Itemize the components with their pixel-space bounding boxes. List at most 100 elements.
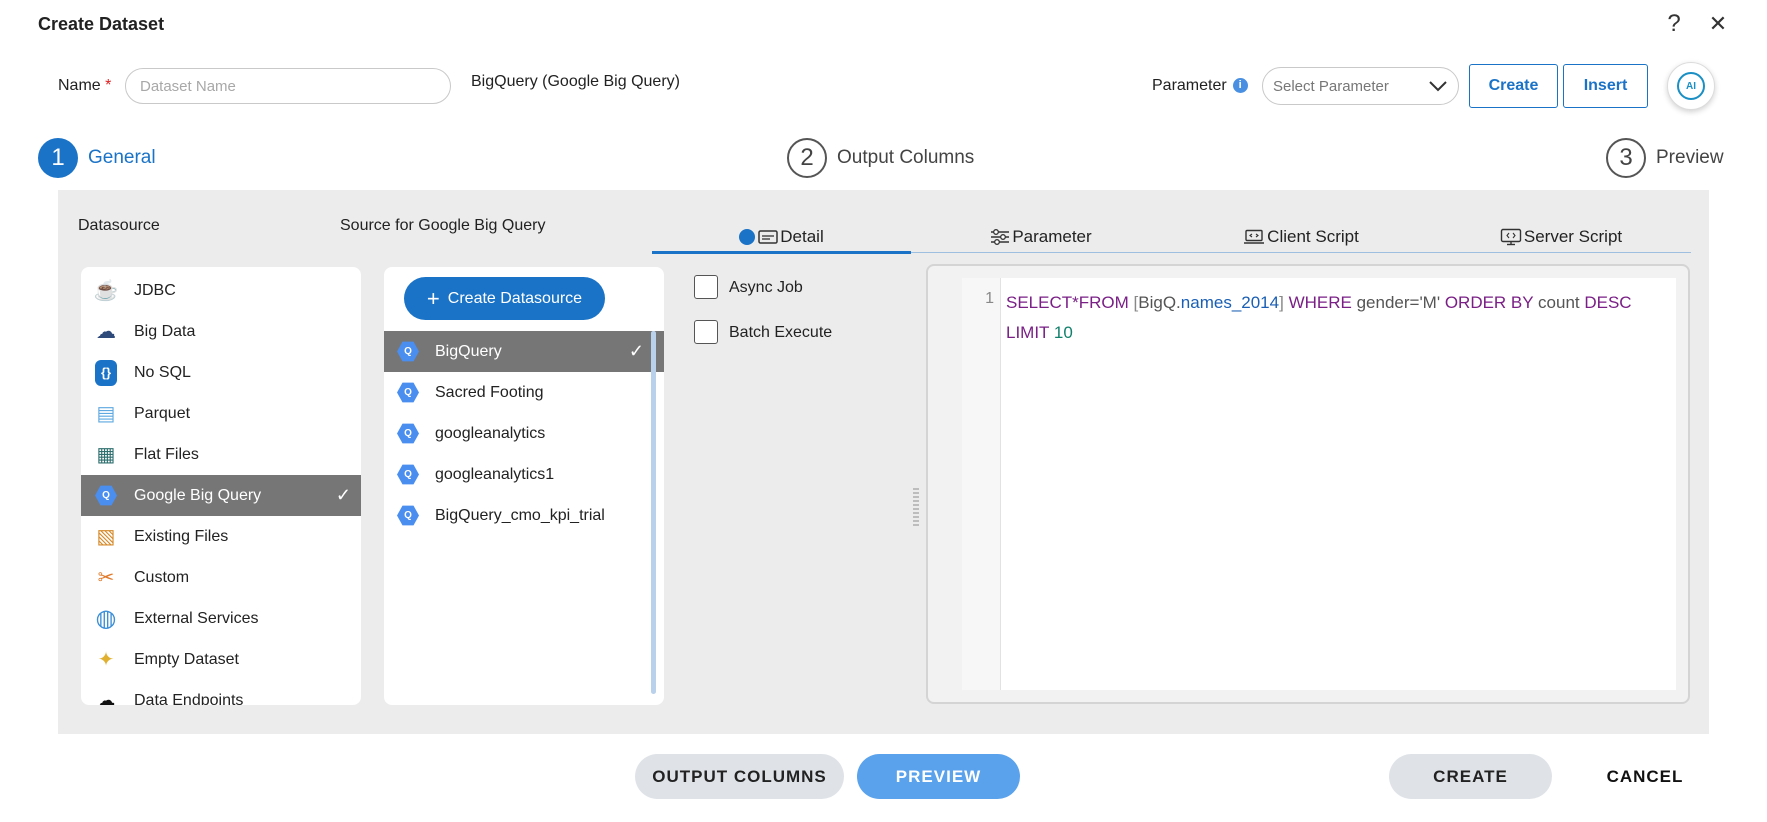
tab-client-script-label: Client Script — [1267, 227, 1359, 246]
create-datasource-button[interactable]: + Create Datasource — [404, 277, 605, 320]
flat-files-icon: ▦ — [96, 444, 116, 466]
source-heading: Source for Google Big Query — [340, 217, 546, 234]
datasource-item-data-endpoints[interactable]: ☁ Data Endpoints — [81, 680, 361, 705]
code-token: 10 — [1053, 323, 1073, 342]
close-icon[interactable]: ✕ — [1702, 8, 1734, 40]
monitor-code-icon — [1500, 228, 1522, 246]
datasource-item-label: Data Endpoints — [134, 691, 244, 706]
code-token: WHERE — [1283, 293, 1357, 312]
bigquery-icon: Q — [397, 464, 419, 485]
tab-parameter-label: Parameter — [1012, 227, 1092, 246]
datasource-item-label: External Services — [134, 609, 259, 627]
code-token: LIMIT — [1006, 323, 1054, 342]
async-job-checkbox[interactable] — [694, 275, 718, 299]
datasource-item-label: Empty Dataset — [134, 650, 239, 668]
batch-execute-label: Batch Execute — [729, 324, 833, 341]
code-line-1: SELECT*FROM [BigQ.names_2014] WHERE gend… — [1006, 288, 1666, 318]
source-item-label: Sacred Footing — [435, 383, 544, 401]
checkmark-icon: ✓ — [335, 485, 351, 505]
ai-assistant-button[interactable]: AI — [1667, 62, 1715, 110]
jdbc-icon: ☕ — [93, 280, 119, 302]
code-token: names_2014 — [1180, 293, 1280, 312]
tab-parameter[interactable]: Parameter — [911, 218, 1171, 256]
tab-detail-label: Detail — [780, 227, 824, 246]
source-item-label: BigQuery_cmo_kpi_trial — [435, 506, 605, 524]
datasource-item-parquet[interactable]: ▤ Parquet — [81, 393, 361, 434]
create-datasource-label: Create Datasource — [447, 289, 583, 307]
datasource-item-label: JDBC — [134, 281, 176, 299]
tab-server-script[interactable]: Server Script — [1431, 218, 1691, 256]
step-output-columns-label[interactable]: Output Columns — [837, 147, 974, 169]
dialog-title: Create Dataset — [38, 14, 165, 34]
splitter-handle-left[interactable] — [913, 488, 919, 526]
chevron-down-icon — [1429, 81, 1447, 92]
source-list-scrollbar[interactable] — [651, 331, 656, 694]
source-item-label: googleanalytics1 — [435, 465, 555, 483]
checkmark-icon: ✓ — [628, 341, 644, 361]
bigquery-icon: Q — [397, 505, 419, 526]
info-icon[interactable]: i — [1232, 78, 1248, 94]
datasource-item-google-big-query[interactable]: Q Google Big Query ✓ — [81, 475, 361, 516]
parquet-icon: ▤ — [96, 403, 116, 425]
tab-server-script-label: Server Script — [1523, 227, 1623, 246]
dataset-name-input[interactable] — [125, 68, 451, 104]
required-mark: * — [105, 77, 112, 94]
source-item-bigquery-cmo-kpi-trial[interactable]: Q BigQuery_cmo_kpi_trial — [384, 495, 664, 536]
datasource-item-empty-dataset[interactable]: ✦ Empty Dataset — [81, 639, 361, 680]
code-token: SELECT*FROM — [1006, 293, 1134, 312]
source-list[interactable]: Q BigQuery ✓ Q Sacred Footing Q googlean… — [384, 267, 664, 705]
source-item-label: BigQuery — [435, 342, 502, 360]
datasource-item-big-data[interactable]: ☁ Big Data — [81, 311, 361, 352]
datasource-list[interactable]: ☕ JDBC ☁ Big Data {} No SQL ▤ Parquet ▦ … — [81, 267, 361, 705]
insert-parameter-button[interactable]: Insert — [1563, 64, 1648, 108]
preview-button[interactable]: PREVIEW — [857, 754, 1020, 799]
nosql-icon: {} — [92, 359, 120, 387]
big-data-icon: ☁ — [96, 321, 116, 343]
bigquery-icon: Q — [397, 341, 419, 362]
step-preview-label[interactable]: Preview — [1656, 147, 1724, 169]
datasource-type-label: BigQuery (Google Big Query) — [471, 73, 680, 90]
cancel-button[interactable]: CANCEL — [1568, 754, 1722, 799]
custom-tools-icon: ✂ — [97, 567, 115, 589]
parameter-label: Parameter i — [1152, 77, 1248, 95]
datasource-item-flat-files[interactable]: ▦ Flat Files — [81, 434, 361, 475]
create-button[interactable]: CREATE — [1389, 754, 1552, 799]
datasource-item-label: Google Big Query — [134, 486, 262, 504]
source-item-sacred-footing[interactable]: Q Sacred Footing — [384, 372, 664, 413]
step-1-circle[interactable]: 1 — [38, 138, 78, 178]
output-columns-button[interactable]: OUTPUT COLUMNS — [635, 754, 844, 799]
bigquery-icon: Q — [397, 423, 419, 444]
select-parameter-dropdown[interactable]: Select Parameter — [1262, 67, 1459, 105]
line-number: 1 — [985, 290, 994, 307]
tab-client-script[interactable]: Client Script — [1171, 218, 1431, 256]
async-job-label: Async Job — [729, 279, 803, 296]
datasource-item-custom[interactable]: ✂ Custom — [81, 557, 361, 598]
code-token: gender='M' — [1356, 293, 1441, 312]
datasource-item-jdbc[interactable]: ☕ JDBC — [81, 270, 361, 311]
source-item-googleanalytics1[interactable]: Q googleanalytics1 — [384, 454, 664, 495]
laptop-code-icon — [1244, 229, 1265, 244]
tab-active-indicator — [652, 251, 911, 254]
step-general-label[interactable]: General — [88, 147, 156, 169]
name-label-text: Name — [58, 77, 101, 94]
source-item-googleanalytics[interactable]: Q googleanalytics — [384, 413, 664, 454]
api-cloud-icon: ☁ — [96, 690, 116, 705]
datasource-item-label: Custom — [134, 568, 190, 586]
source-item-bigquery[interactable]: Q BigQuery ✓ — [384, 331, 664, 372]
step-3-circle[interactable]: 3 — [1606, 138, 1646, 178]
code-line-2: LIMIT 10 — [1006, 318, 1666, 348]
globe-icon: ◍ — [95, 605, 117, 632]
batch-execute-checkbox[interactable] — [694, 320, 718, 344]
help-icon[interactable]: ? — [1658, 8, 1690, 40]
datasource-item-existing-files[interactable]: ▧ Existing Files — [81, 516, 361, 557]
code-token: DESC — [1579, 293, 1632, 312]
datasource-item-no-sql[interactable]: {} No SQL — [81, 352, 361, 393]
datasource-heading: Datasource — [78, 217, 160, 234]
select-parameter-value: Select Parameter — [1273, 77, 1389, 95]
google-big-query-icon: Q — [92, 482, 120, 510]
step-2-circle[interactable]: 2 — [787, 138, 827, 178]
bigquery-icon: Q — [397, 382, 419, 403]
query-code[interactable]: SELECT*FROM [BigQ.names_2014] WHERE gend… — [1006, 288, 1666, 348]
datasource-item-external-services[interactable]: ◍ External Services — [81, 598, 361, 639]
create-parameter-button[interactable]: Create — [1469, 64, 1558, 108]
